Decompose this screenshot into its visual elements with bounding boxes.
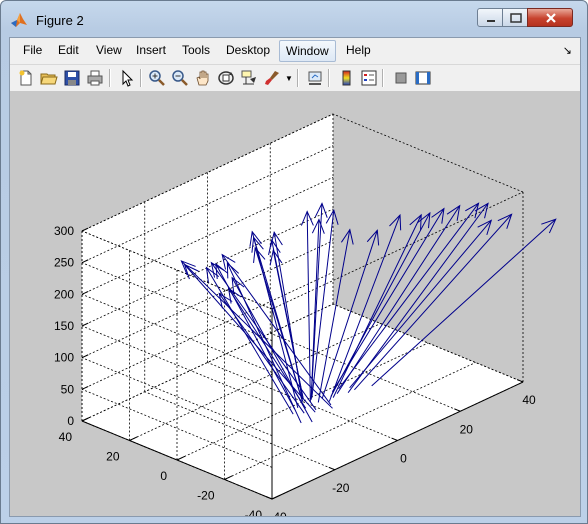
z-tick-label: 300 (54, 224, 74, 238)
matlab-logo-icon (11, 13, 27, 27)
y-tick-label: 40 (59, 430, 73, 444)
menu-file[interactable]: File (23, 43, 42, 57)
hide-plot-tools-icon[interactable] (392, 69, 410, 87)
link-plot-icon[interactable] (306, 69, 324, 87)
menu-view[interactable]: View (96, 43, 122, 57)
z-tick-label: 50 (61, 382, 75, 396)
menu-insert[interactable]: Insert (136, 43, 166, 57)
figure-window: Figure 2 File Edit View Insert Tools Des… (0, 0, 588, 524)
dock-arrow-icon[interactable]: ↘ (563, 44, 572, 57)
data-cursor-icon[interactable] (240, 69, 258, 87)
zoom-out-icon[interactable] (171, 69, 189, 87)
new-figure-icon[interactable] (17, 69, 35, 87)
maximize-icon (510, 13, 522, 23)
insert-colorbar-icon[interactable] (338, 69, 356, 87)
print-icon[interactable] (86, 69, 104, 87)
z-tick-label: 0 (67, 414, 74, 428)
close-button[interactable] (527, 8, 573, 27)
zoom-in-icon[interactable] (148, 69, 166, 87)
title-bar[interactable]: Figure 2 (1, 1, 587, 37)
toolbar-separator (328, 69, 330, 87)
y-tick-label: -40 (245, 508, 263, 516)
z-tick-label: 200 (54, 287, 74, 301)
quiver3-axes[interactable]: -40-200204040200-20-40050100150200250300 (10, 92, 580, 524)
x-tick-label: 40 (522, 393, 536, 407)
z-tick-label: 250 (54, 256, 74, 270)
figure-toolbar: ▼ (10, 65, 580, 92)
maximize-button[interactable] (502, 8, 528, 27)
figure-client-area: File Edit View Insert Tools Desktop Wind… (9, 37, 581, 524)
menu-help[interactable]: Help (346, 43, 371, 57)
brush-icon[interactable] (263, 69, 281, 87)
z-tick-label: 100 (54, 351, 74, 365)
z-tick-label: 150 (54, 319, 74, 333)
toolbar-separator (140, 69, 142, 87)
insert-legend-icon[interactable] (360, 69, 378, 87)
box-top-edge (332, 113, 524, 193)
pan-hand-icon[interactable] (194, 69, 212, 87)
menu-bar: File Edit View Insert Tools Desktop Wind… (10, 38, 580, 65)
toolbar-separator (382, 69, 384, 87)
menu-tools[interactable]: Tools (182, 43, 210, 57)
menu-desktop[interactable]: Desktop (226, 43, 270, 57)
rotate-3d-icon[interactable] (217, 69, 235, 87)
minimize-button[interactable] (477, 8, 503, 27)
x-tick-label: -40 (269, 510, 287, 516)
close-icon (546, 13, 556, 23)
x-tick-label: 0 (400, 452, 407, 466)
save-icon[interactable] (63, 69, 81, 87)
y-tick-label: -20 (197, 489, 215, 503)
menu-edit[interactable]: Edit (58, 43, 79, 57)
figure-canvas: -40-200204040200-20-40050100150200250300 (10, 92, 580, 524)
x-tick-label: 20 (460, 422, 474, 436)
x-tick-label: -20 (332, 481, 350, 495)
y-tick-label: 20 (106, 450, 120, 464)
toolbar-separator (109, 69, 111, 87)
brush-dropdown-icon[interactable]: ▼ (285, 74, 293, 83)
minimize-icon (487, 20, 495, 22)
y-tick-label: 0 (160, 469, 167, 483)
menu-window[interactable]: Window (279, 40, 336, 62)
show-plot-tools-icon[interactable] (414, 69, 432, 87)
toolbar-separator (297, 69, 299, 87)
edit-plot-arrow-icon[interactable] (118, 69, 136, 87)
window-title: Figure 2 (36, 13, 84, 28)
open-file-icon[interactable] (40, 69, 58, 87)
